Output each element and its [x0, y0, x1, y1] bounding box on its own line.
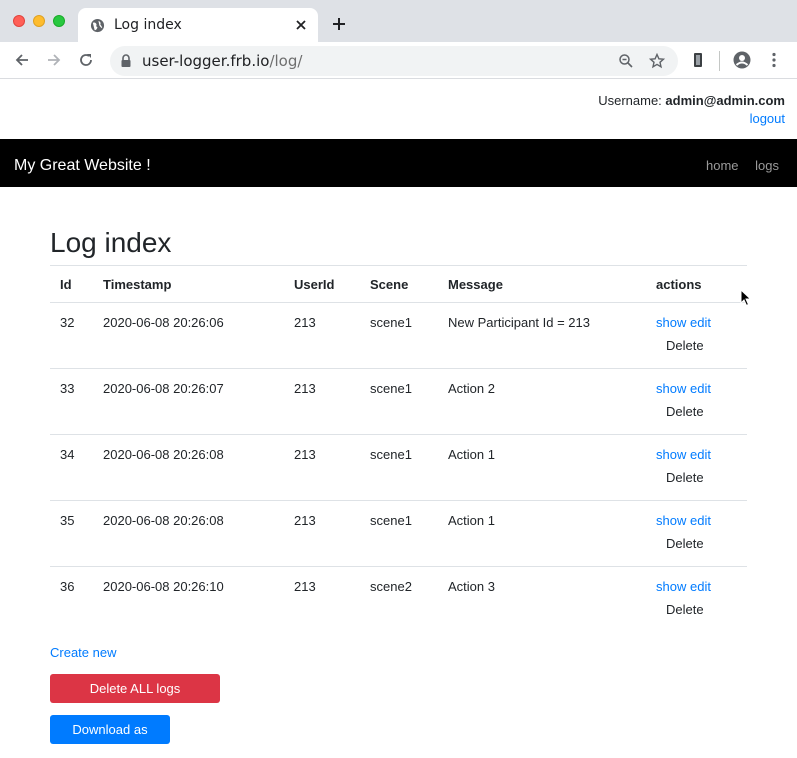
- show-link[interactable]: show: [656, 447, 686, 462]
- column-header-timestamp: Timestamp: [103, 277, 172, 292]
- cell-message: Action 3: [448, 579, 495, 594]
- user-info: Username: admin@admin.com logout: [598, 92, 785, 128]
- delete-button[interactable]: Delete: [666, 404, 704, 419]
- close-tab-icon[interactable]: [293, 17, 309, 33]
- window-maximize-button[interactable]: [53, 15, 65, 27]
- cell-id: 33: [60, 381, 75, 396]
- table-row: 32 2020-06-08 20:26:06 213 scene1 New Pa…: [50, 302, 747, 369]
- column-header-actions: actions: [656, 277, 702, 292]
- username-label: Username:: [598, 93, 662, 108]
- window-close-button[interactable]: [13, 15, 25, 27]
- username-line: Username: admin@admin.com: [598, 92, 785, 110]
- table-row: 36 2020-06-08 20:26:10 213 scene2 Action…: [50, 566, 747, 633]
- address-bar[interactable]: user-logger.frb.io/log/: [110, 46, 678, 76]
- zoom-out-icon[interactable]: [618, 53, 634, 69]
- cell-actions: show edit Delete: [646, 303, 747, 369]
- cell-scene: scene1: [370, 447, 412, 462]
- cell-userid: 213: [294, 447, 316, 462]
- back-arrow-icon[interactable]: [13, 51, 31, 69]
- delete-button[interactable]: Delete: [666, 470, 704, 485]
- cell-message: Action 1: [448, 513, 495, 528]
- forward-arrow-icon[interactable]: [45, 51, 63, 69]
- column-header-message: Message: [448, 277, 503, 292]
- cell-id: 32: [60, 315, 75, 330]
- edit-link[interactable]: edit: [690, 447, 711, 462]
- delete-button[interactable]: Delete: [666, 338, 704, 353]
- nav-link-home[interactable]: home: [706, 158, 739, 173]
- cell-userid: 213: [294, 381, 316, 396]
- cell-message: Action 1: [448, 447, 495, 462]
- table-row: 34 2020-06-08 20:26:08 213 scene1 Action…: [50, 434, 747, 501]
- cell-actions: show edit Delete: [646, 435, 747, 501]
- lock-icon: [121, 54, 131, 67]
- show-link[interactable]: show: [656, 315, 686, 330]
- cell-scene: scene1: [370, 513, 412, 528]
- cell-userid: 213: [294, 513, 316, 528]
- page-title: Log index: [50, 227, 172, 258]
- delete-button[interactable]: Delete: [666, 602, 704, 617]
- edit-link[interactable]: edit: [690, 579, 711, 594]
- toolbar-separator: [719, 51, 720, 71]
- logout-link[interactable]: logout: [598, 110, 785, 128]
- window-minimize-button[interactable]: [33, 15, 45, 27]
- browser-tab-bar: Log index: [0, 0, 797, 42]
- profile-avatar-icon[interactable]: [733, 51, 751, 69]
- nav-link-logs[interactable]: logs: [755, 158, 779, 173]
- username-value: admin@admin.com: [665, 93, 785, 108]
- show-link[interactable]: show: [656, 381, 686, 396]
- column-header-userid: UserId: [294, 277, 335, 292]
- edit-link[interactable]: edit: [690, 381, 711, 396]
- globe-icon: [90, 18, 105, 33]
- show-link[interactable]: show: [656, 513, 686, 528]
- cell-actions: show edit Delete: [646, 567, 747, 633]
- logs-table: Id Timestamp UserId Scene Message action…: [50, 265, 747, 633]
- more-menu-icon[interactable]: [765, 51, 783, 69]
- bookmark-star-icon[interactable]: [649, 53, 665, 69]
- cell-scene: scene2: [370, 579, 412, 594]
- cell-timestamp: 2020-06-08 20:26:06: [103, 315, 224, 330]
- site-brand[interactable]: My Great Website !: [14, 157, 151, 175]
- new-tab-icon[interactable]: [331, 16, 347, 32]
- edit-link[interactable]: edit: [690, 513, 711, 528]
- cell-message: New Participant Id = 213: [448, 315, 590, 330]
- url-text: user-logger.frb.io/log/: [142, 52, 302, 70]
- cell-id: 34: [60, 447, 75, 462]
- cell-id: 35: [60, 513, 75, 528]
- cell-timestamp: 2020-06-08 20:26:07: [103, 381, 224, 396]
- cell-timestamp: 2020-06-08 20:26:10: [103, 579, 224, 594]
- cell-scene: scene1: [370, 381, 412, 396]
- table-row: 33 2020-06-08 20:26:07 213 scene1 Action…: [50, 368, 747, 435]
- column-header-scene: Scene: [370, 277, 409, 292]
- cell-timestamp: 2020-06-08 20:26:08: [103, 447, 224, 462]
- url-host: user-logger.frb.io: [142, 52, 270, 70]
- cell-actions: show edit Delete: [646, 369, 747, 435]
- create-new-link[interactable]: Create new: [50, 645, 116, 660]
- tab-title: Log index: [114, 17, 182, 33]
- cell-scene: scene1: [370, 315, 412, 330]
- cell-userid: 213: [294, 579, 316, 594]
- url-path: /log/: [269, 52, 303, 70]
- cell-message: Action 2: [448, 381, 495, 396]
- site-navbar: My Great Website ! home logs: [0, 139, 797, 187]
- extension-icon[interactable]: [689, 51, 707, 69]
- cell-timestamp: 2020-06-08 20:26:08: [103, 513, 224, 528]
- cell-id: 36: [60, 579, 75, 594]
- nav-links: home logs: [693, 158, 779, 173]
- column-header-id: Id: [60, 277, 72, 292]
- cell-userid: 213: [294, 315, 316, 330]
- browser-tab[interactable]: Log index: [78, 8, 318, 42]
- show-link[interactable]: show: [656, 579, 686, 594]
- delete-all-logs-button[interactable]: Delete ALL logs (DANGER): [50, 674, 220, 725]
- table-row: 35 2020-06-08 20:26:08 213 scene1 Action…: [50, 500, 747, 567]
- reload-icon[interactable]: [77, 51, 95, 69]
- browser-toolbar: user-logger.frb.io/log/: [0, 42, 797, 79]
- cell-actions: show edit Delete: [646, 501, 747, 567]
- table-header-row: Id Timestamp UserId Scene Message action…: [50, 265, 747, 303]
- edit-link[interactable]: edit: [690, 315, 711, 330]
- mouse-cursor-icon: [740, 289, 752, 307]
- download-csv-button[interactable]: Download as CSV: [50, 715, 170, 758]
- delete-button[interactable]: Delete: [666, 536, 704, 551]
